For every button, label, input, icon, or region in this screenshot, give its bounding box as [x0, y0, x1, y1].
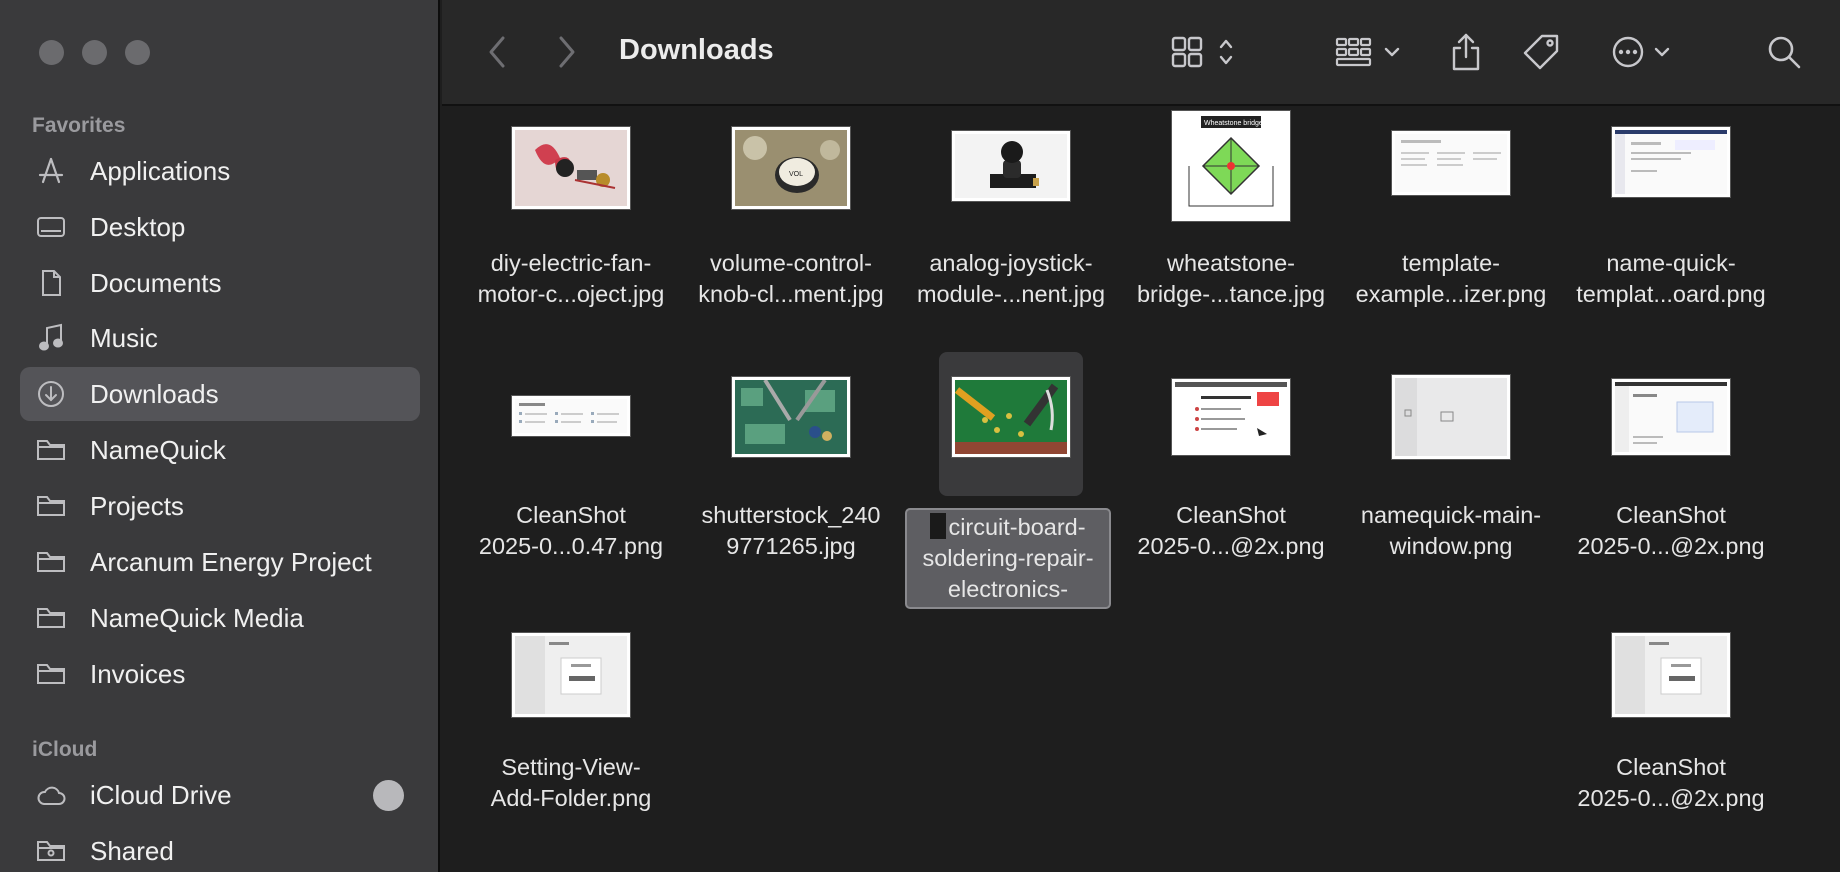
desktop-icon [36, 212, 66, 242]
file-name: Setting-View- Add-Folder.png [490, 754, 652, 811]
sidebar-item-projects[interactable]: Projects [20, 479, 420, 533]
sidebar-item-arcanum-energy-project[interactable]: Arcanum Energy Project [20, 535, 420, 589]
file-name: diy-electric-fan-motor-c...oject.jpg [477, 250, 665, 307]
file-name: wheatstone-bridge-...tance.jpg [1136, 250, 1326, 307]
file-thumbnail [512, 633, 630, 717]
applications-icon [36, 156, 66, 186]
group-icon [1335, 37, 1400, 67]
sidebar-item-label: Shared [90, 835, 174, 866]
file-thumbnail: VOL [732, 127, 850, 209]
file-thumbnail [512, 127, 630, 209]
folder-icon [36, 491, 66, 521]
sidebar-item-label: NameQuick Media [90, 602, 304, 633]
file-name: shutterstock_240 9771265.jpg [701, 502, 881, 559]
file-name: CleanShot 2025-0...@2x.png [1577, 754, 1765, 811]
sidebar-item-documents[interactable]: Documents [20, 256, 420, 310]
file-name-editing[interactable]: circuit-board-soldering-repair-electroni… [905, 508, 1111, 609]
sidebar-item-applications[interactable]: Applications [20, 144, 420, 198]
chevron-left-icon [489, 36, 505, 68]
file-thumbnail [1392, 375, 1510, 459]
file-name: name-quick-templat...oard.png [1576, 250, 1766, 307]
cloud-icon [36, 780, 66, 810]
file-thumbnail [952, 377, 1070, 457]
icloud-status-indicator[interactable] [373, 780, 404, 811]
share-icon [1452, 33, 1480, 71]
file-thumbnail [1612, 127, 1730, 197]
close-window-button[interactable] [39, 40, 64, 65]
folder-icon [36, 547, 66, 577]
music-icon [36, 323, 66, 353]
sidebar-item-label: Arcanum Energy Project [90, 546, 372, 577]
sidebar-item-label: Desktop [90, 211, 186, 242]
file-name: CleanShot 2025-0...@2x.png [1577, 502, 1765, 559]
shared-folder-icon [36, 836, 66, 866]
more-actions-button[interactable] [1610, 30, 1680, 74]
tag-button[interactable] [1522, 30, 1562, 74]
ellipsis-circle-icon [1612, 36, 1670, 68]
file-name: namequick-main-window.png [1360, 502, 1542, 559]
search-icon [1768, 36, 1801, 69]
sidebar-item-namequick[interactable]: NameQuick [20, 423, 420, 477]
sidebar: Favorites Applications Desktop Documents… [0, 0, 440, 872]
favorites-section-label: Favorites [32, 114, 126, 137]
file-thumbnail [1612, 379, 1730, 455]
file-name: volume-control-knob-cl...ment.jpg [698, 250, 884, 307]
minimize-window-button[interactable] [82, 40, 107, 65]
tag-icon [1523, 34, 1559, 70]
text-cursor [930, 513, 947, 539]
folder-icon [36, 603, 66, 633]
window-controls [39, 40, 150, 65]
file-thumbnail [512, 396, 630, 436]
search-button[interactable] [1764, 30, 1804, 74]
icloud-section-label: iCloud [32, 738, 98, 761]
toolbar: Downloads [442, 0, 1840, 106]
file-thumbnail [1172, 379, 1290, 455]
folder-icon [36, 659, 66, 689]
sidebar-item-label: Invoices [90, 658, 186, 689]
grid-view-icon [1171, 36, 1233, 68]
file-name: CleanShot 2025-0...0.47.png [478, 502, 664, 559]
share-button[interactable] [1448, 30, 1484, 74]
sidebar-item-label: Documents [90, 267, 222, 298]
sidebar-item-desktop[interactable]: Desktop [20, 200, 420, 254]
back-button[interactable] [482, 30, 512, 74]
sidebar-item-label: Music [90, 322, 158, 353]
sidebar-item-downloads[interactable]: Downloads [20, 367, 420, 421]
file-thumbnail: Wheatstone bridge [1172, 111, 1290, 221]
file-thumbnail [732, 377, 850, 457]
svg-text:Wheatstone bridge: Wheatstone bridge [1204, 120, 1263, 127]
sidebar-item-invoices[interactable]: Invoices [20, 647, 420, 701]
sidebar-item-label: Applications [90, 155, 231, 186]
folder-icon [36, 435, 66, 465]
sidebar-item-icloud-drive[interactable]: iCloud Drive [20, 768, 420, 822]
file-name: template-example...izer.png [1355, 250, 1547, 307]
sidebar-item-music[interactable]: Music [20, 311, 420, 365]
sidebar-item-label: Downloads [90, 378, 219, 409]
sidebar-item-namequick-media[interactable]: NameQuick Media [20, 591, 420, 645]
downloads-icon [36, 379, 66, 409]
page-title: Downloads [619, 34, 774, 66]
file-grid: diy-electric-fan-motor-c...oject.jpg VOL… [442, 106, 1840, 872]
file-name: analog-joystick-module-...nent.jpg [916, 250, 1106, 307]
file-thumbnail [1612, 633, 1730, 717]
forward-button[interactable] [552, 30, 582, 74]
view-mode-button[interactable] [1170, 30, 1242, 74]
file-thumbnail [952, 131, 1070, 201]
zoom-window-button[interactable] [125, 40, 150, 65]
sidebar-item-label: Projects [90, 490, 184, 521]
sidebar-item-shared[interactable]: Shared [20, 824, 420, 872]
file-name: CleanShot 2025-0...@2x.png [1137, 502, 1325, 559]
document-icon [36, 268, 66, 298]
svg-text:VOL: VOL [789, 171, 803, 178]
finder-window: Favorites Applications Desktop Documents… [0, 0, 1840, 872]
sidebar-item-label: iCloud Drive [90, 779, 232, 810]
file-thumbnail [1392, 131, 1510, 195]
chevron-right-icon [559, 36, 575, 68]
group-by-button[interactable] [1334, 30, 1406, 74]
sidebar-item-label: NameQuick [90, 434, 226, 465]
